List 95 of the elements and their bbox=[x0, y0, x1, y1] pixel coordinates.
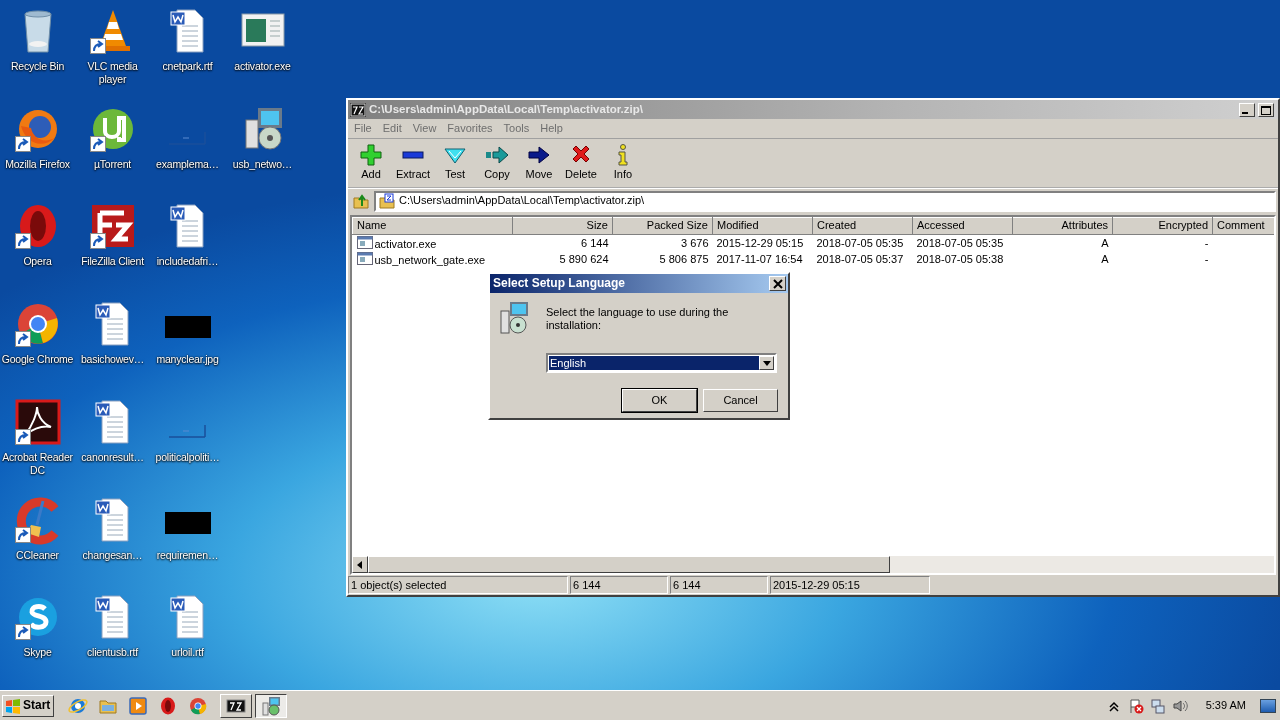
icon-label[interactable]: CCleaner bbox=[0, 548, 75, 562]
file-icon bbox=[356, 252, 373, 267]
icon-label[interactable]: changesan… bbox=[75, 548, 150, 562]
icon-label[interactable]: usb_netwo… bbox=[225, 158, 300, 171]
status-text: 6 144 bbox=[570, 576, 668, 594]
icon-label[interactable]: Recycle Bin bbox=[0, 60, 75, 73]
path-field[interactable]: C:\Users\admin\AppData\Local\Temp\activator.zip\ bbox=[374, 190, 1276, 212]
table-cell: 3 676 bbox=[680, 236, 709, 249]
default-button[interactable]: OK bbox=[622, 389, 697, 412]
maximize-button[interactable] bbox=[1258, 102, 1274, 117]
table-cell: - bbox=[1204, 253, 1209, 266]
icon-label[interactable]: Mozilla Firefox bbox=[0, 157, 75, 171]
icon-label[interactable]: includedafri… bbox=[150, 255, 225, 269]
icon-label[interactable]: VLC media player bbox=[75, 60, 150, 86]
column-header[interactable]: Accessed bbox=[912, 217, 1013, 235]
toolbar-button[interactable]: Test bbox=[434, 143, 476, 182]
app-icon bbox=[350, 102, 366, 117]
icon-label[interactable]: manyclear.jpg bbox=[150, 353, 225, 367]
maximize-icon bbox=[1259, 104, 1273, 117]
toolbar-button[interactable]: Copy bbox=[476, 143, 518, 182]
table-cell: 2018-07-05 05:35 bbox=[916, 236, 1004, 249]
speaker-icon[interactable] bbox=[1171, 697, 1188, 714]
status-text: 2015-12-29 05:15 bbox=[770, 576, 930, 594]
status-text: 6 144 bbox=[670, 576, 768, 594]
start-button[interactable]: Start bbox=[2, 694, 54, 717]
window-title: C:\Users\admin\AppData\Local\Temp\activator.zip\ bbox=[369, 102, 643, 117]
icon-label[interactable]: Skype bbox=[0, 646, 75, 660]
left-arrow-icon bbox=[356, 560, 364, 569]
table-cell: 2015-12-29 05:15 bbox=[716, 236, 804, 249]
close-icon bbox=[772, 278, 783, 289]
flag-alert-icon[interactable] bbox=[1127, 697, 1144, 714]
table-cell: 5 806 875 bbox=[659, 253, 709, 266]
show-desktop-button[interactable] bbox=[1260, 698, 1276, 713]
media-player-icon[interactable] bbox=[128, 695, 148, 716]
icon-label[interactable]: basichowev… bbox=[75, 353, 150, 367]
table-cell: 5 890 624 bbox=[559, 253, 609, 266]
table-cell: 2018-07-05 05:37 bbox=[816, 253, 904, 266]
language-dropdown[interactable]: English bbox=[546, 353, 777, 373]
icon-label[interactable]: politicalpoliti… bbox=[150, 450, 225, 464]
menu-item[interactable]: Favorites bbox=[447, 121, 493, 136]
menu-item[interactable]: Tools bbox=[503, 121, 530, 136]
menu-item[interactable]: View bbox=[412, 121, 437, 136]
taskbar-window-button[interactable] bbox=[255, 693, 287, 718]
file-name[interactable]: usb_network_gate.exe bbox=[374, 254, 486, 267]
column-header[interactable]: Size bbox=[512, 217, 613, 235]
minimize-icon bbox=[1242, 112, 1248, 114]
column-header[interactable]: Packed Size bbox=[612, 217, 713, 235]
status-text: 1 object(s) selected bbox=[348, 576, 568, 594]
icon-label[interactable]: clientusb.rtf bbox=[75, 646, 150, 660]
dialog-message: Select the language to use during the installation: bbox=[546, 305, 730, 333]
table-cell: 6 144 bbox=[580, 236, 609, 249]
network-icon[interactable] bbox=[1149, 697, 1166, 714]
icon-label[interactable]: µTorrent bbox=[75, 157, 150, 171]
up-folder-icon bbox=[352, 192, 370, 210]
column-header[interactable]: Encrypted bbox=[1112, 217, 1213, 235]
toolbar-button[interactable]: Move bbox=[518, 143, 560, 182]
toolbar-button[interactable]: Add bbox=[350, 143, 392, 182]
windows-logo-icon bbox=[5, 697, 21, 714]
horizontal-scrollbar[interactable] bbox=[352, 556, 1274, 573]
icon-label[interactable]: Acrobat Reader DC bbox=[0, 450, 75, 477]
icon-label[interactable]: canonresult… bbox=[75, 450, 150, 464]
dialog-title: Select Setup Language bbox=[493, 276, 627, 291]
zip-folder-icon bbox=[379, 193, 395, 209]
move-arrow-icon bbox=[527, 143, 551, 167]
column-header[interactable]: Modified bbox=[712, 217, 813, 235]
column-header[interactable]: Comment bbox=[1212, 217, 1274, 235]
icon-label[interactable]: FileZilla Client bbox=[75, 255, 150, 269]
icon-label[interactable]: Opera bbox=[0, 255, 75, 269]
toolbar-button[interactable]: Extract bbox=[392, 143, 434, 182]
icon-label[interactable]: examplema… bbox=[150, 157, 225, 171]
file-icon bbox=[356, 235, 373, 250]
plus-icon bbox=[359, 143, 383, 167]
table-cell: 2017-11-07 16:54 bbox=[716, 253, 803, 266]
caret-icon bbox=[762, 360, 771, 366]
table-cell: - bbox=[1204, 236, 1209, 249]
icon-label[interactable]: activator.exe bbox=[225, 60, 300, 73]
close-button[interactable] bbox=[769, 276, 786, 291]
clock[interactable]: 5:39 AM bbox=[1205, 698, 1246, 713]
toolbar-button[interactable]: Delete bbox=[560, 143, 602, 182]
toolbar-button[interactable]: Info bbox=[602, 143, 644, 182]
table-cell: A bbox=[1101, 253, 1109, 266]
table-cell: 2018-07-05 05:35 bbox=[816, 236, 904, 249]
icon-label[interactable]: Google Chrome bbox=[0, 353, 75, 367]
table-cell: 2018-07-05 05:38 bbox=[916, 253, 1004, 266]
copy-arrow-icon bbox=[485, 143, 509, 167]
minimize-button[interactable] bbox=[1239, 102, 1255, 117]
installer-icon bbox=[261, 695, 281, 716]
opera-o-icon[interactable] bbox=[158, 695, 178, 716]
table-cell: A bbox=[1101, 236, 1109, 249]
column-header[interactable]: Name bbox=[352, 217, 513, 235]
icon-label[interactable]: cnetpark.rtf bbox=[150, 60, 225, 73]
column-header[interactable]: Attributes bbox=[1012, 217, 1113, 235]
file-name[interactable]: activator.exe bbox=[374, 237, 437, 250]
column-header[interactable]: Created bbox=[812, 217, 913, 235]
dialog-button[interactable]: Cancel bbox=[703, 389, 778, 412]
